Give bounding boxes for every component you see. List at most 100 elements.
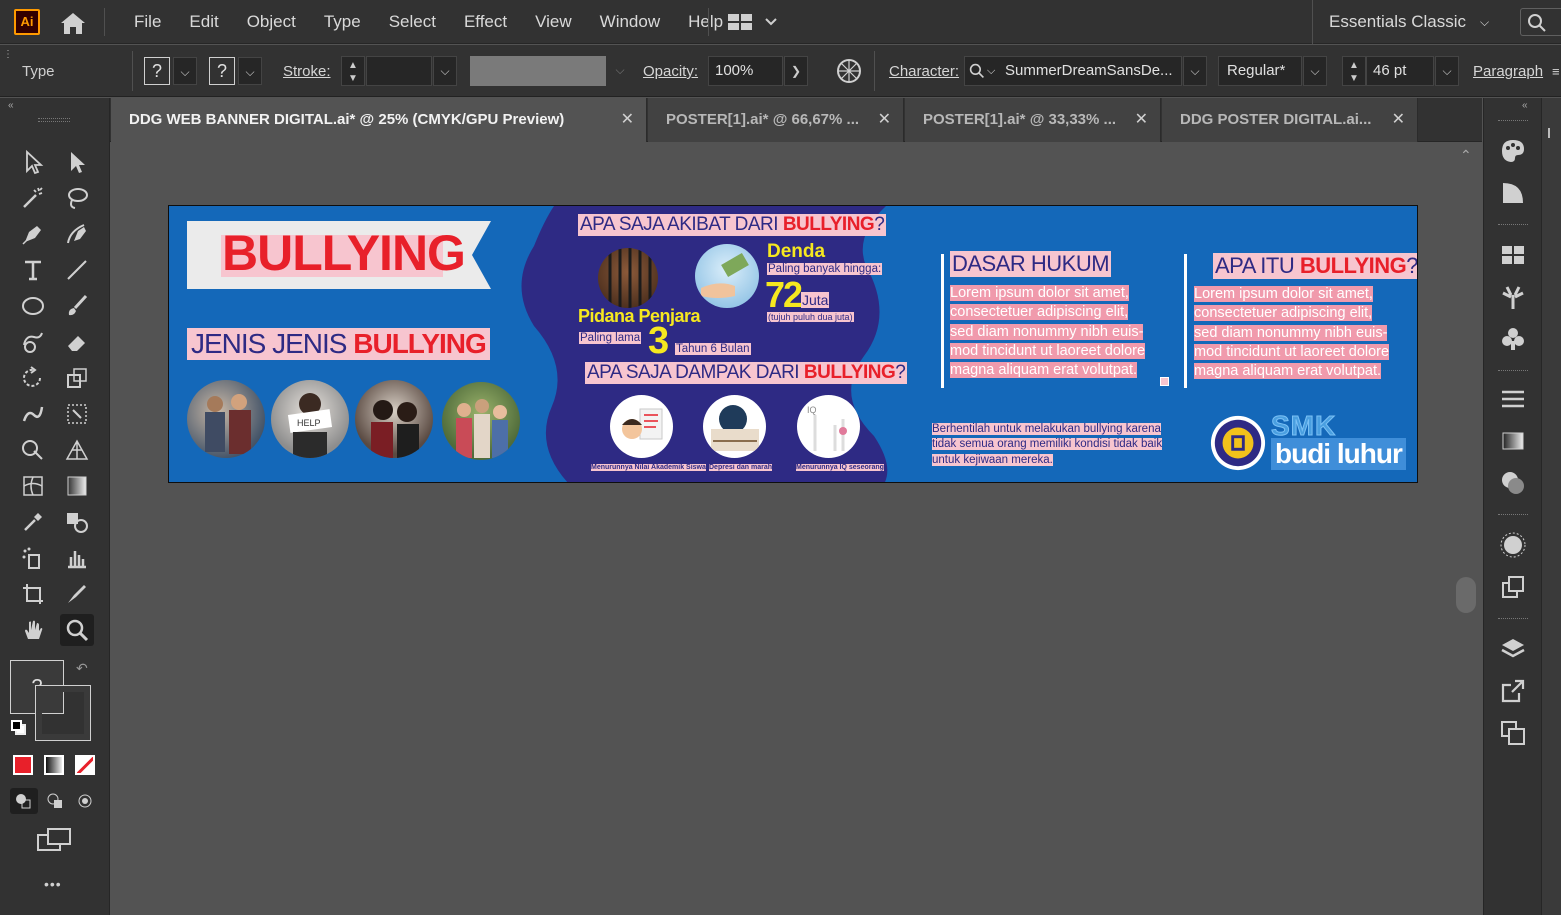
gradient-tool-icon[interactable] — [60, 470, 94, 502]
font-size-field[interactable]: 46 pt — [1366, 56, 1434, 86]
character-label[interactable]: Character: — [889, 45, 959, 97]
layers-panel-icon[interactable] — [1497, 634, 1529, 664]
scroll-up-icon[interactable]: ⌃ — [1460, 147, 1472, 164]
opacity-dropdown[interactable]: ❯ — [784, 56, 808, 86]
impact-caption-1[interactable]: Menurunnya Nilai Akademik Siswa — [591, 464, 706, 471]
blend-tool-icon[interactable] — [60, 506, 94, 538]
default-fill-stroke-icon[interactable] — [11, 720, 27, 736]
menu-type[interactable]: Type — [310, 12, 375, 32]
screen-mode-icon[interactable] — [36, 826, 72, 854]
secondary-panel-edge[interactable] — [1541, 98, 1561, 915]
font-family-dropdown[interactable]: ⌵ — [1183, 56, 1207, 86]
dasar-hukum-body[interactable]: Lorem ipsum dolor sit amet, consectetuer… — [950, 284, 1170, 380]
apa-itu-body[interactable]: Lorem ipsum dolor sit amet, consectetuer… — [1194, 285, 1414, 381]
text-overflow-icon[interactable] — [1160, 377, 1169, 386]
eraser-tool-icon[interactable] — [60, 326, 94, 358]
swatches-panel-icon[interactable] — [1497, 240, 1529, 270]
stroke-weight-dropdown[interactable]: ⌵ — [433, 56, 457, 86]
stroke-color-box[interactable] — [35, 685, 91, 741]
symbol-sprayer-tool-icon[interactable] — [16, 542, 50, 574]
type-tool-icon[interactable] — [16, 254, 50, 286]
fill-swatch[interactable]: ? — [144, 57, 170, 85]
font-style-field[interactable]: Regular* — [1218, 56, 1302, 86]
color-mode-none[interactable] — [75, 755, 95, 775]
impact-image-grades[interactable] — [610, 395, 673, 458]
recolor-artwork-icon[interactable] — [836, 58, 862, 84]
bullying-title[interactable]: BULLYING — [222, 224, 466, 282]
font-family-field[interactable]: ⌵ SummerDreamSansDe... — [964, 56, 1182, 86]
pidana-number[interactable]: 3 — [648, 320, 669, 363]
menu-window[interactable]: Window — [586, 12, 674, 32]
transparency-panel-icon[interactable] — [1497, 468, 1529, 498]
font-size-spinner[interactable]: ▲ ▼ — [1342, 56, 1366, 86]
line-segment-tool-icon[interactable] — [60, 254, 94, 286]
free-transform-tool-icon[interactable] — [60, 398, 94, 430]
color-panel-icon[interactable] — [1497, 136, 1529, 166]
prison-image[interactable] — [598, 248, 658, 308]
menu-object[interactable]: Object — [233, 12, 310, 32]
mesh-tool-icon[interactable] — [16, 470, 50, 502]
stroke-weight-spinner[interactable]: ▲ ▼ — [341, 56, 365, 86]
hand-tool-icon[interactable] — [16, 614, 50, 646]
stroke-weight-field[interactable] — [366, 56, 432, 86]
denda-number[interactable]: 72 — [765, 274, 803, 316]
close-icon[interactable]: ✕ — [878, 98, 891, 142]
draw-behind-icon[interactable] — [42, 788, 70, 814]
jenis-heading[interactable]: JENIS JENIS BULLYING — [187, 328, 490, 360]
vertical-scrollbar[interactable]: ⌃ — [1454, 143, 1480, 915]
close-icon[interactable]: ✕ — [621, 98, 634, 142]
dasar-hukum-heading[interactable]: DASAR HUKUM — [950, 251, 1112, 277]
eyedropper-tool-icon[interactable] — [16, 506, 50, 538]
stroke-dropdown[interactable]: ⌵ — [238, 57, 262, 85]
close-icon[interactable]: ✕ — [1392, 98, 1405, 142]
home-icon[interactable] — [58, 10, 88, 36]
akibat-heading[interactable]: APA SAJA AKIBAT DARI BULLYING? — [578, 214, 887, 236]
stroke-panel-icon[interactable] — [1497, 384, 1529, 414]
scale-tool-icon[interactable] — [60, 362, 94, 394]
magic-wand-tool-icon[interactable] — [16, 182, 50, 214]
font-size-dropdown[interactable]: ⌵ — [1435, 56, 1459, 86]
menu-select[interactable]: Select — [375, 12, 450, 32]
juta-words[interactable]: (tujuh puluh dua juta) — [767, 312, 854, 322]
stop-bullying-message[interactable]: Berhentilah untuk melakukan bullying kar… — [932, 422, 1180, 468]
juta-label[interactable]: Juta — [801, 292, 830, 308]
stroke-label[interactable]: Stroke: — [283, 45, 331, 97]
direct-selection-tool-icon[interactable] — [60, 146, 94, 178]
slice-tool-icon[interactable] — [60, 578, 94, 610]
curvature-tool-icon[interactable] — [60, 218, 94, 250]
paintbrush-tool-icon[interactable] — [60, 290, 94, 322]
shape-builder-tool-icon[interactable] — [16, 434, 50, 466]
export-panel-icon[interactable] — [1497, 676, 1529, 706]
pidana-label[interactable]: Pidana Penjara — [578, 306, 701, 327]
paragraph-label[interactable]: Paragraph — [1473, 45, 1543, 97]
draw-inside-icon[interactable] — [72, 788, 100, 814]
denda-label[interactable]: Denda — [767, 241, 825, 263]
shaper-tool-icon[interactable] — [16, 326, 50, 358]
draw-normal-icon[interactable] — [10, 788, 38, 814]
tab-ddg-poster[interactable]: DDG POSTER DIGITAL.ai... ✕ — [1162, 98, 1418, 142]
selection-tool-icon[interactable] — [16, 146, 50, 178]
money-image[interactable] — [695, 244, 759, 308]
school-name-label[interactable]: budi luhur — [1271, 438, 1406, 470]
impact-image-depression[interactable] — [703, 395, 766, 458]
pen-tool-icon[interactable] — [16, 218, 50, 250]
graphic-styles-panel-icon[interactable] — [1497, 572, 1529, 602]
artboard-banner[interactable]: BULLYING JENIS JENIS BULLYING HELP APA S… — [168, 205, 1418, 483]
font-style-dropdown[interactable]: ⌵ — [1303, 56, 1327, 86]
impact-image-iq[interactable]: IQ — [797, 395, 860, 458]
lasso-tool-icon[interactable] — [60, 182, 94, 214]
symbols-panel-icon[interactable] — [1497, 324, 1529, 354]
zoom-tool-icon[interactable] — [60, 614, 94, 646]
color-mode-color[interactable] — [13, 755, 33, 775]
profile-dropdown[interactable]: ⌵ — [608, 56, 632, 86]
stroke-swatch[interactable]: ? — [209, 57, 235, 85]
opacity-field[interactable]: 100% — [708, 56, 783, 86]
brushes-panel-icon[interactable] — [1497, 282, 1529, 312]
collapse-panel-icon[interactable]: « — [8, 100, 14, 111]
collapse-panel-icon[interactable]: « — [1522, 100, 1528, 111]
menu-file[interactable]: File — [120, 12, 175, 32]
column-graph-tool-icon[interactable] — [60, 542, 94, 574]
tab-poster-33[interactable]: POSTER[1].ai* @ 33,33% ... ✕ — [905, 98, 1161, 142]
tab-ddg-web-banner[interactable]: DDG WEB BANNER DIGITAL.ai* @ 25% (CMYK/G… — [111, 98, 647, 142]
menu-view[interactable]: View — [521, 12, 586, 32]
